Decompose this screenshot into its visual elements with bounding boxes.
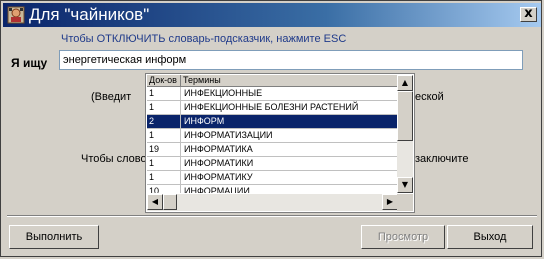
suggestion-row[interactable]: 19 ИНФОРМАТИКА [147,143,398,157]
row-count: 2 [147,115,181,128]
instruction-text-left-2: Чтобы слово [81,153,147,165]
suggestion-row-selected[interactable]: 2 ИНФОРМ [147,115,398,129]
arrow-down-icon: ▼ [401,180,409,189]
scroll-up-button[interactable]: ▲ [397,75,413,91]
row-count: 19 [147,143,181,156]
suggestion-row[interactable]: 10 ИНФОРМАЦИИ [147,185,398,193]
column-header-count[interactable]: Док-ов [147,75,181,86]
instruction-text-right-2: заключите [415,153,469,165]
scroll-right-button[interactable]: ▶ [382,194,398,210]
column-header-terms[interactable]: Термины [181,75,398,86]
row-term: ИНФОРМАЦИИ [184,186,250,193]
suggestion-row[interactable]: 1 ИНФЕКЦИОННЫЕ БОЛЕЗНИ РАСТЕНИЙ [147,101,398,115]
row-count: 10 [147,185,181,193]
exit-button[interactable]: Выход [447,225,533,249]
arrow-up-icon: ▲ [401,78,409,87]
instruction-text-right-1: еской [415,91,444,103]
search-label: Я ищу [11,56,48,70]
dialog-window: Для "чайников" x Чтобы ОТКЛЮЧИТЬ словарь… [0,0,542,257]
close-icon: x [524,6,533,21]
suggestion-dropdown[interactable]: Док-ов Термины 1 ИНФЕКЦИОННЫЕ 1 ИНФЕКЦИОНН… [145,73,415,213]
horizontal-scrollbar[interactable]: ◀ ▶ [147,194,398,211]
row-term: ИНФОРМАТИКУ [184,172,253,182]
row-count: 1 [147,87,181,100]
arrow-left-icon: ◀ [151,197,159,206]
scrollbar-corner [397,194,413,211]
row-term: ИНФОРМАТИЗАЦИИ [184,130,273,140]
vertical-scroll-thumb[interactable] [397,91,413,141]
horizontal-scroll-thumb[interactable] [163,194,177,210]
vertical-scrollbar[interactable]: ▲ ▼ [397,75,413,193]
suggestion-grid: Док-ов Термины 1 ИНФЕКЦИОННЫЕ 1 ИНФЕКЦИОНН… [147,75,398,193]
row-count: 1 [147,129,181,142]
scroll-down-button[interactable]: ▼ [397,177,413,193]
search-input[interactable] [59,50,523,70]
instruction-text-left-1: (Введит [91,91,132,103]
scroll-left-button[interactable]: ◀ [147,194,163,210]
app-icon [7,6,25,24]
arrow-right-icon: ▶ [386,197,394,206]
suggestion-row[interactable]: 1 ИНФОРМАТИЗАЦИИ [147,129,398,143]
suggestion-row[interactable]: 1 ИНФЕКЦИОННЫЕ [147,87,398,101]
divider [7,215,537,217]
row-term: ИНФЕКЦИОННЫЕ [184,88,263,98]
row-term: ИНФОРМ [184,116,225,126]
row-term: ИНФОРМАТИКА [184,144,253,154]
window-title: Для "чайников" [29,5,150,24]
execute-button[interactable]: Выполнить [9,225,99,249]
preview-button[interactable]: Просмотр [361,225,445,249]
row-count: 1 [147,101,181,114]
row-count: 1 [147,171,181,184]
row-count: 1 [147,157,181,170]
row-term: ИНФОРМАТИКИ [184,158,254,168]
close-button[interactable]: x [520,7,537,22]
esc-hint-text: Чтобы ОТКЛЮЧИТЬ словарь-подсказчик, нажм… [61,33,347,45]
grid-header: Док-ов Термины [147,75,398,87]
suggestion-row[interactable]: 1 ИНФОРМАТИКИ [147,157,398,171]
row-term: ИНФЕКЦИОННЫЕ БОЛЕЗНИ РАСТЕНИЙ [184,102,359,112]
suggestion-row[interactable]: 1 ИНФОРМАТИКУ [147,171,398,185]
title-bar[interactable]: Для "чайников" x [3,3,541,27]
